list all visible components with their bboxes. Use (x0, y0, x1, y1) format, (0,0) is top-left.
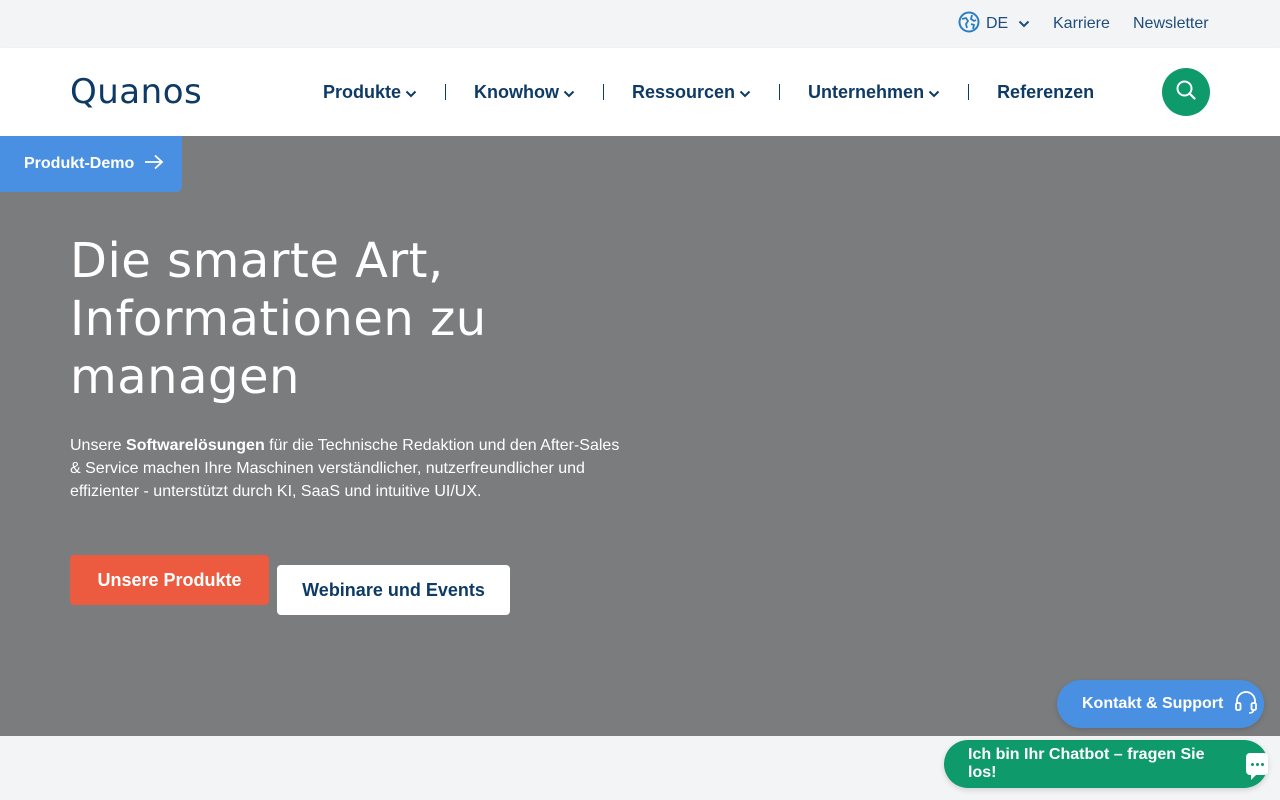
nav-item-ressourcen[interactable]: Ressourcen (632, 82, 751, 103)
main-navigation: Produkte Knowhow Ressourcen Unternehmen … (323, 78, 1094, 106)
nav-item-referenzen[interactable]: Referenzen (997, 82, 1094, 103)
top-utility-bar: DE Karriere Newsletter (0, 0, 1280, 48)
search-icon (1175, 79, 1197, 106)
headset-icon (1233, 689, 1259, 720)
product-demo-button[interactable]: Produkt-Demo (0, 136, 182, 192)
globe-icon (958, 11, 980, 38)
chat-bubble-icon (1246, 753, 1268, 780)
karriere-link[interactable]: Karriere (1053, 14, 1110, 34)
hero-headline: Die smarte Art, Informationen zu managen (70, 233, 487, 405)
quanos-logo[interactable]: Quanos (70, 72, 202, 112)
unsere-produkte-button[interactable]: Unsere Produkte (70, 555, 269, 605)
chatbot-button[interactable]: Ich bin Ihr Chatbot – fragen Sie los! (944, 740, 1268, 788)
main-header: Quanos Produkte Knowhow Ressourcen Unter… (0, 48, 1280, 136)
chevron-down-icon (405, 82, 417, 103)
chevron-down-icon (739, 82, 751, 103)
chevron-down-icon (1018, 15, 1030, 33)
contact-support-label: Kontakt & Support (1082, 695, 1224, 712)
nav-item-produkte[interactable]: Produkte (323, 82, 417, 103)
webinare-events-button[interactable]: Webinare und Events (277, 565, 510, 615)
search-button[interactable] (1162, 68, 1210, 116)
contact-support-button[interactable]: Kontakt & Support (1057, 680, 1264, 728)
chatbot-label: Ich bin Ihr Chatbot – fragen Sie los! (968, 746, 1205, 781)
nav-divider (968, 84, 970, 100)
product-demo-label: Produkt-Demo (24, 155, 135, 172)
arrow-right-icon (144, 154, 164, 175)
hero-section: Produkt-Demo Die smarte Art, Information… (0, 136, 1280, 736)
hero-lead-text: Unsere Softwarelösungen für die Technisc… (70, 437, 620, 500)
nav-divider (603, 84, 604, 100)
chevron-down-icon (928, 82, 940, 103)
language-selector[interactable]: DE (958, 11, 1030, 38)
language-label: DE (986, 15, 1009, 32)
nav-item-unternehmen[interactable]: Unternehmen (808, 82, 940, 103)
newsletter-link[interactable]: Newsletter (1133, 14, 1209, 34)
logo-text: Quanos (70, 72, 203, 112)
chevron-down-icon (563, 82, 575, 103)
nav-item-knowhow[interactable]: Knowhow (474, 82, 575, 103)
nav-divider (779, 84, 781, 100)
nav-divider (445, 84, 447, 100)
